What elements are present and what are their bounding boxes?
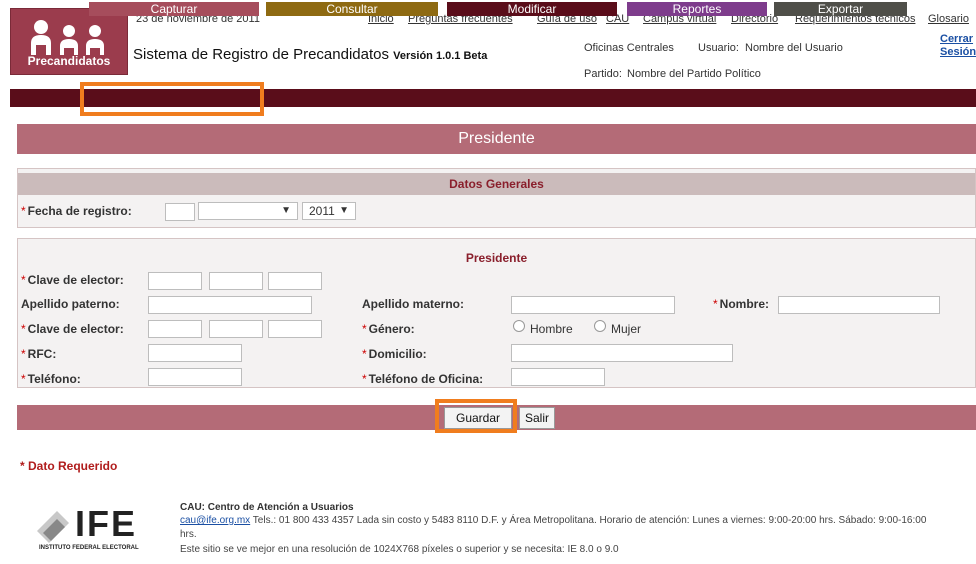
apellido-paterno-label: Apellido paterno:	[21, 297, 120, 311]
guardar-highlight	[435, 399, 517, 433]
radio-hombre[interactable]	[513, 320, 525, 332]
month-select[interactable]: ▼	[198, 202, 298, 220]
mujer-label: Mujer	[611, 322, 642, 336]
chevron-down-icon: ▼	[281, 205, 291, 216]
usuario-label: Usuario:	[698, 42, 739, 54]
cau-contact-line: cau@ife.org.mx Tels.: 01 800 433 4357 La…	[180, 515, 976, 526]
apellido-paterno-input[interactable]	[148, 296, 312, 314]
menu-consultar[interactable]: Consultar	[266, 2, 438, 16]
cerrar-sesion-link-2[interactable]: Sesión	[940, 46, 976, 58]
menu-capturar[interactable]: Capturar	[89, 2, 259, 16]
people-logo-icon	[31, 20, 104, 55]
fecha-registro-label: * Fecha de registro:	[21, 204, 132, 218]
clave-elector-2-input-3[interactable]	[268, 320, 322, 338]
rfc-text: RFC:	[27, 347, 57, 361]
day-input[interactable]	[165, 203, 195, 221]
cau-phones: Tels.: 01 800 433 4357 Lada sin costo y …	[252, 515, 927, 526]
link-glosario[interactable]: Glosario	[928, 13, 969, 25]
menu-modificar[interactable]: Modificar	[447, 2, 617, 16]
precandidatos-logo: Precandidatos	[10, 8, 128, 75]
datos-generales-panel: Datos Generales	[17, 168, 976, 228]
chevron-down-icon: ▼	[339, 205, 349, 216]
year-value: 2011	[309, 204, 335, 218]
ife-logo-text: IFE	[75, 503, 138, 544]
capturar-highlight	[80, 82, 264, 116]
cau-title: CAU: Centro de Atención a Usuarios	[180, 502, 354, 513]
rfc-input[interactable]	[148, 344, 242, 362]
cau-hrs: hrs.	[180, 529, 197, 540]
logo-text: Precandidatos	[27, 54, 111, 68]
clave-elector-2-input-1[interactable]	[148, 320, 202, 338]
system-title-text: Sistema de Registro de Precandidatos	[133, 46, 389, 63]
clave-elector-input-1[interactable]	[148, 272, 202, 290]
nombre-label: * Nombre:	[713, 297, 770, 311]
radio-mujer[interactable]	[594, 320, 606, 332]
system-version: Versión 1.0.1 Beta	[393, 50, 488, 62]
telefono-input[interactable]	[148, 368, 242, 386]
cau-email-link[interactable]: cau@ife.org.mx	[180, 515, 250, 526]
clave-elector-input-3[interactable]	[268, 272, 322, 290]
clave-elector-2-text: Clave de elector:	[27, 322, 124, 336]
nombre-input[interactable]	[778, 296, 940, 314]
rfc-label: * RFC:	[21, 347, 57, 361]
presidente-section-title: Presidente	[18, 247, 975, 269]
year-select[interactable]: 2011 ▼	[302, 202, 356, 220]
datos-generales-title: Datos Generales	[18, 173, 975, 195]
clave-elector-text: Clave de elector:	[27, 273, 124, 287]
ife-logo-subtext: INSTITUTO FEDERAL ELECTORAL	[39, 545, 139, 551]
clave-elector-2-label: * Clave de elector:	[21, 322, 124, 336]
cerrar-sesion-link[interactable]: Cerrar	[940, 33, 973, 45]
fecha-registro-text: Fecha de registro:	[27, 204, 132, 218]
page-title: Presidente	[17, 124, 976, 154]
system-title: Sistema de Registro de Precandidatos Ver…	[133, 46, 487, 63]
domicilio-label: * Domicilio:	[362, 347, 427, 361]
office-label: Oficinas Centrales	[584, 42, 674, 54]
genero-text: Género:	[368, 322, 415, 336]
telefono-oficina-label: * Teléfono de Oficina:	[362, 372, 484, 386]
usuario-value: Nombre del Usuario	[745, 42, 843, 54]
clave-elector-input-2[interactable]	[209, 272, 263, 290]
resolution-note: Este sitio se ve mejor en una resolución…	[180, 544, 619, 555]
apellido-materno-input[interactable]	[511, 296, 675, 314]
salir-button[interactable]: Salir	[519, 407, 555, 429]
genero-label: * Género:	[362, 322, 415, 336]
dato-requerido-note: * Dato Requerido	[20, 459, 118, 473]
telefono-oficina-text: Teléfono de Oficina:	[368, 372, 484, 386]
hombre-label: Hombre	[530, 322, 573, 336]
partido-label: Partido:	[584, 68, 622, 80]
telefono-oficina-input[interactable]	[511, 368, 605, 386]
domicilio-input[interactable]	[511, 344, 733, 362]
apellido-materno-label: Apellido materno:	[362, 297, 465, 311]
nombre-text: Nombre:	[719, 297, 770, 311]
partido-value: Nombre del Partido Político	[627, 68, 761, 80]
domicilio-text: Domicilio:	[368, 347, 427, 361]
ife-logo: IFE INSTITUTO FEDERAL ELECTORAL	[35, 503, 155, 555]
clave-elector-2-input-2[interactable]	[209, 320, 263, 338]
menu-reportes[interactable]: Reportes	[627, 2, 767, 16]
telefono-text: Teléfono:	[27, 372, 81, 386]
telefono-label: * Teléfono:	[21, 372, 81, 386]
clave-elector-label: * Clave de elector:	[21, 273, 124, 287]
menu-exportar[interactable]: Exportar	[774, 2, 907, 16]
